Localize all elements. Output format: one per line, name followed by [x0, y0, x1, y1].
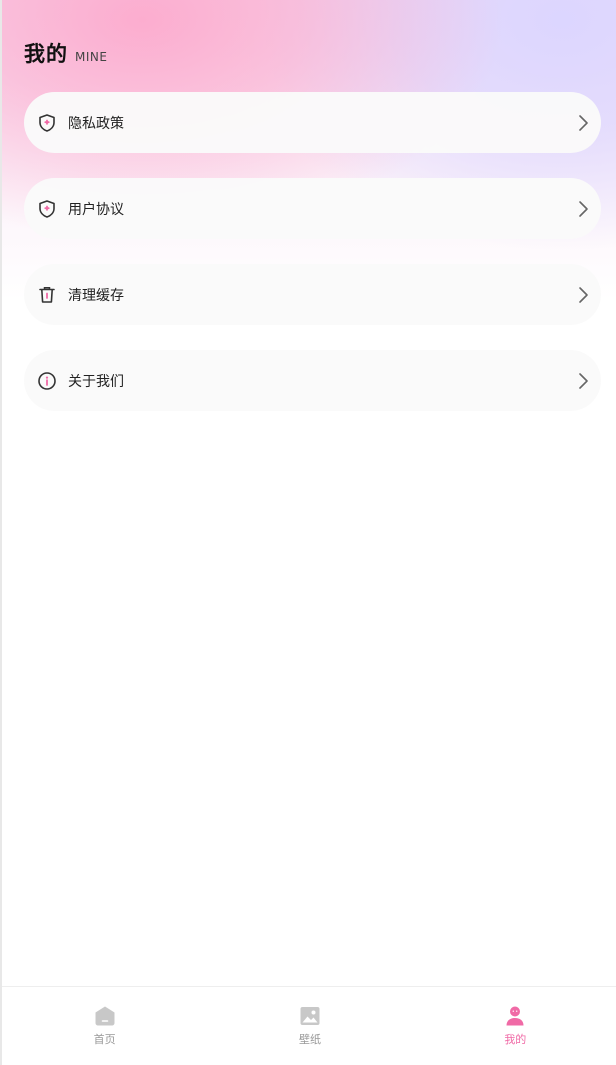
tab-label: 我的	[504, 1033, 527, 1046]
home-icon	[95, 1006, 115, 1026]
menu-item-label: 用户协议	[68, 201, 124, 218]
tab-home[interactable]: 首页	[2, 987, 207, 1065]
user-icon	[506, 1006, 524, 1026]
chevron-right-icon	[579, 286, 588, 303]
trash-icon	[37, 285, 57, 305]
info-icon	[37, 371, 57, 391]
shield-icon	[37, 199, 57, 219]
menu-item-clear-cache[interactable]: 清理缓存	[24, 264, 601, 325]
menu-item-label: 隐私政策	[68, 115, 124, 132]
menu-item-label: 关于我们	[68, 373, 124, 390]
menu-item-label: 清理缓存	[68, 287, 124, 304]
bottom-tab-bar: 首页 壁纸 我的	[2, 986, 616, 1065]
tab-mine[interactable]: 我的	[413, 987, 616, 1065]
image-icon	[300, 1007, 320, 1025]
tab-label: 首页	[93, 1033, 116, 1046]
page-title: 我的	[24, 42, 68, 66]
menu-item-user-agreement[interactable]: 用户协议	[24, 178, 601, 239]
menu-item-about-us[interactable]: 关于我们	[24, 350, 601, 411]
tab-label: 壁纸	[298, 1033, 321, 1046]
page-header: 我的 MINE	[24, 38, 107, 68]
chevron-right-icon	[579, 114, 588, 131]
mine-screen: 我的 MINE 隐私政策 用户协议 清理缓存 关于我们 首页 壁纸 我的	[0, 0, 616, 1065]
page-subtitle: MINE	[75, 50, 108, 64]
chevron-right-icon	[579, 372, 588, 389]
chevron-right-icon	[579, 200, 588, 217]
settings-menu: 隐私政策 用户协议 清理缓存 关于我们	[24, 92, 601, 436]
tab-wallpaper[interactable]: 壁纸	[207, 987, 412, 1065]
shield-icon	[37, 113, 57, 133]
menu-item-privacy-policy[interactable]: 隐私政策	[24, 92, 601, 153]
